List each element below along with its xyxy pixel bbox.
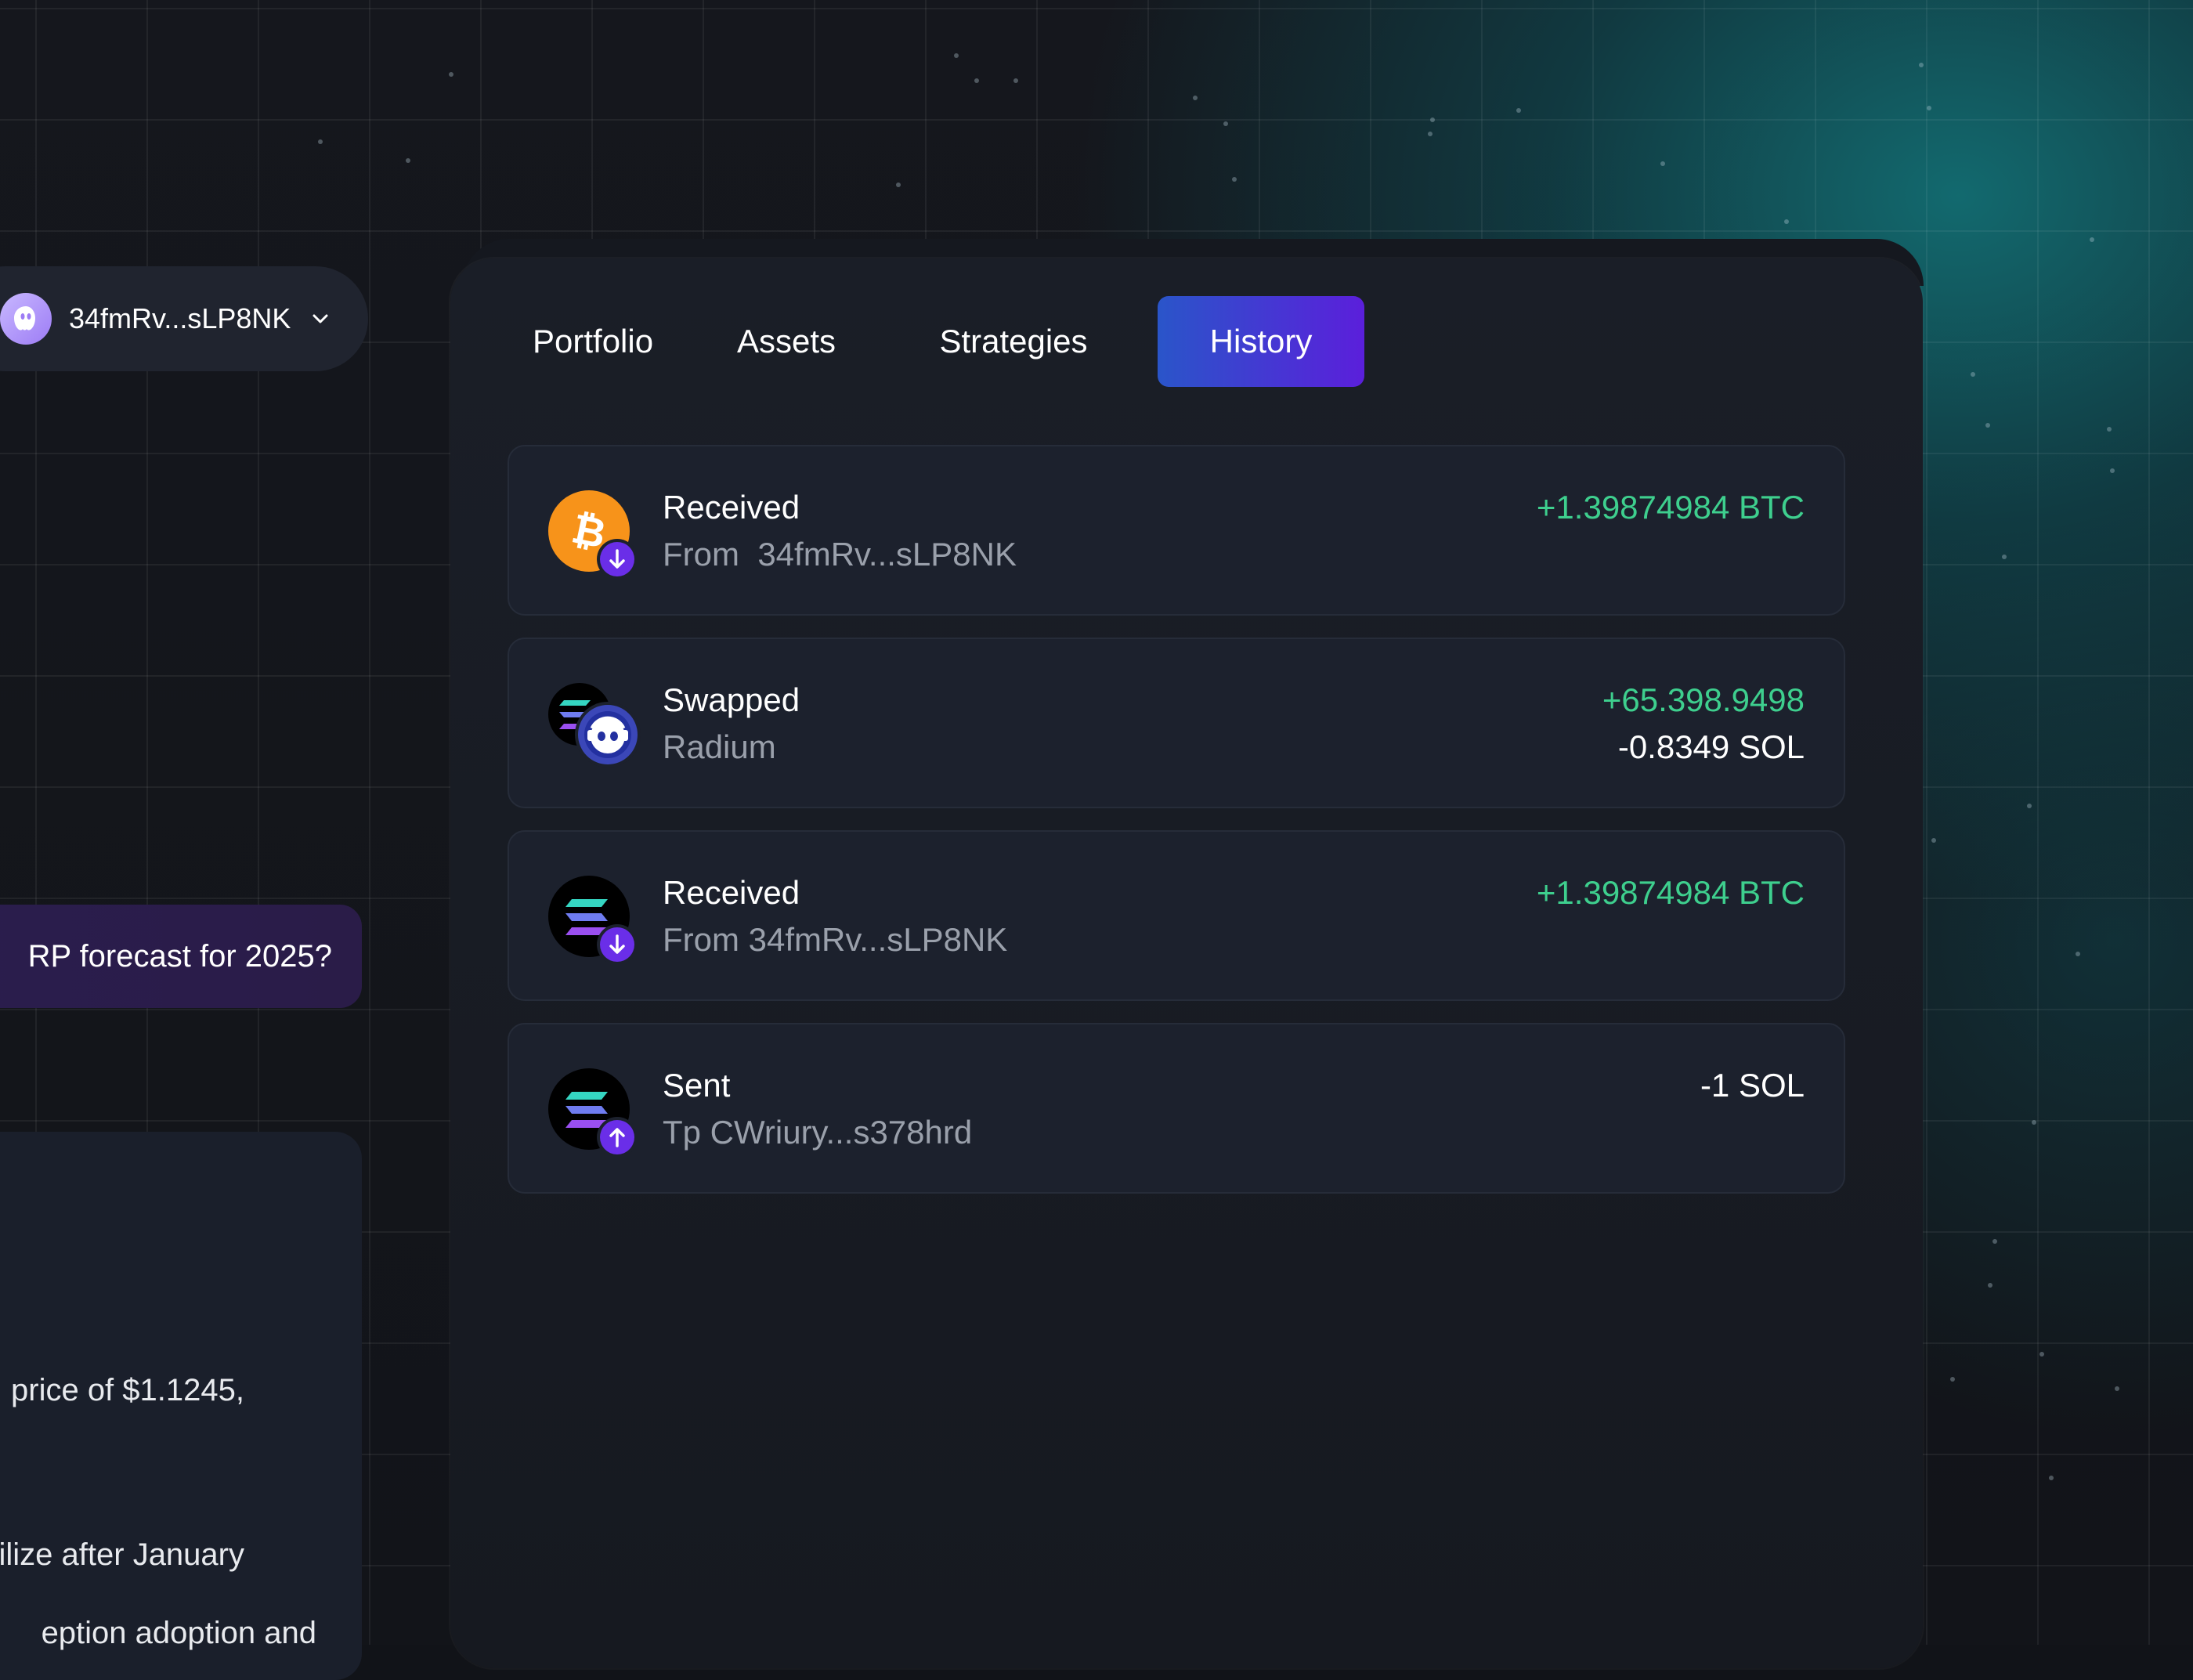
transaction-subtitle: From 34fmRv...sLP8NK	[663, 921, 1008, 958]
solana-swap-icon	[548, 683, 641, 769]
transaction-amount: -1 SOL	[1700, 1067, 1805, 1104]
transaction-title: Swapped	[663, 681, 800, 718]
transaction-list: ₿ Received From 34fmRv...sLP8NK +1.39874…	[508, 445, 1845, 1216]
transaction-amount-secondary: -0.8349 SOL	[1617, 728, 1805, 765]
transaction-title: Received	[663, 489, 800, 526]
transaction-row[interactable]: Received From 34fmRv...sLP8NK +1.3987498…	[508, 830, 1845, 1001]
question-text: RP forecast for 2025?	[27, 938, 332, 974]
transaction-amount: +1.39874984 BTC	[1536, 874, 1805, 911]
transaction-subtitle: Radium	[663, 728, 776, 765]
transaction-row[interactable]: Swapped Radium +65.398.9498 -0.8349 SOL	[508, 638, 1845, 808]
tab-portfolio[interactable]: Portfolio	[508, 296, 692, 387]
answer-line: price of $1.1245,	[11, 1373, 244, 1407]
wallet-address: 34fmRv...sLP8NK	[69, 302, 291, 334]
solana-sent-icon	[548, 1068, 638, 1158]
ghost-avatar-icon	[0, 293, 52, 345]
chevron-down-icon	[309, 308, 331, 330]
answer-line: ilize after January	[0, 1537, 244, 1572]
answer-line: eption adoption and	[41, 1616, 316, 1650]
bitcoin-received-icon: ₿	[548, 490, 638, 580]
transaction-row[interactable]: Sent Tp CWriury...s378hrd -1 SOL	[508, 1023, 1845, 1194]
transaction-amount: +1.39874984 BTC	[1536, 489, 1805, 526]
tab-history[interactable]: History	[1158, 296, 1364, 387]
tab-bar: Portfolio Assets Strategies History	[508, 296, 1364, 387]
solana-received-icon	[548, 876, 638, 965]
transaction-amount: +65.398.9498	[1602, 681, 1805, 718]
transaction-row[interactable]: ₿ Received From 34fmRv...sLP8NK +1.39874…	[508, 445, 1845, 616]
transaction-subtitle: Tp CWriury...s378hrd	[663, 1114, 973, 1151]
assistant-answer-card: price of $1.1245, ilize after January ep…	[0, 1132, 362, 1680]
transaction-title: Received	[663, 874, 800, 911]
user-question-bubble: RP forecast for 2025?	[0, 905, 362, 1008]
transaction-title: Sent	[663, 1067, 731, 1104]
tab-assets[interactable]: Assets	[692, 296, 880, 387]
transaction-subtitle: From 34fmRv...sLP8NK	[663, 536, 1017, 573]
tab-strategies[interactable]: Strategies	[880, 296, 1147, 387]
wallet-selector[interactable]: 34fmRv...sLP8NK	[0, 266, 368, 371]
